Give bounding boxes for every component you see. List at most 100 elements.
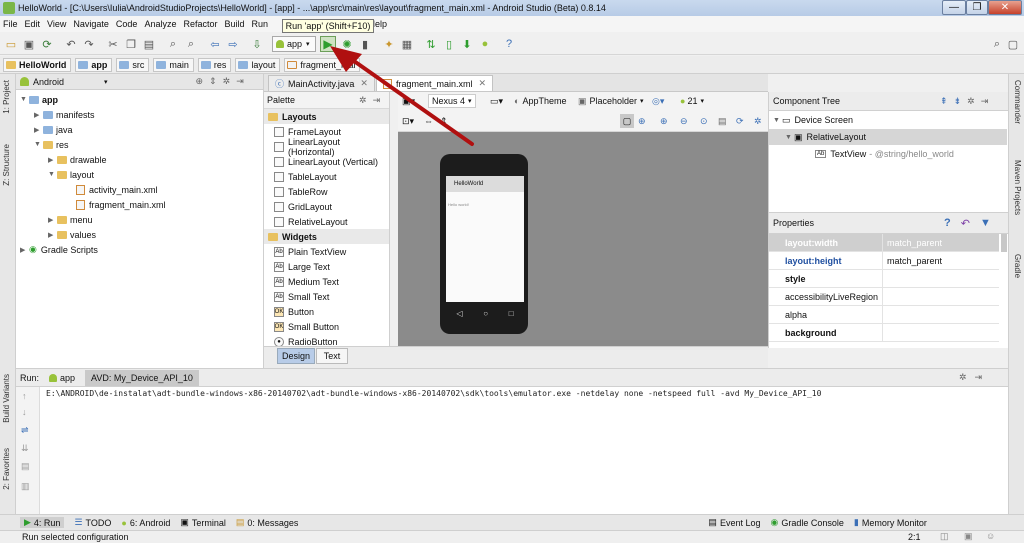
favorites-tool-button[interactable]: 2: Favorites — [2, 448, 11, 490]
palette-item[interactable]: Ab Large Text — [264, 259, 389, 274]
tab-main-activity[interactable]: ⓒ MainActivity.java ✕ — [268, 75, 375, 91]
property-row-accessibility[interactable]: accessibilityLiveRegion — [769, 288, 999, 306]
encoding-icon[interactable]: ◫ — [940, 531, 949, 542]
device-select[interactable]: Nexus 4 ▾ — [428, 94, 476, 108]
replace-icon[interactable]: ⌕ — [184, 37, 198, 51]
run-console-output[interactable]: E:\ANDROID\de-instalat\adt-bundle-window… — [46, 389, 821, 398]
sdk-manager-icon[interactable]: ⬇ — [460, 37, 474, 51]
tree-item-layout[interactable]: ▼ layout — [48, 167, 94, 182]
close-icon[interactable]: ✕ — [360, 78, 368, 89]
help-icon[interactable]: ? — [502, 37, 516, 51]
orientation-icon[interactable]: ▭▾ — [490, 94, 503, 108]
hide-icon[interactable]: ⇥ — [373, 95, 381, 106]
arrow-down-icon[interactable]: ↓ — [22, 407, 27, 417]
palette-section-layouts[interactable]: Layouts — [264, 109, 389, 124]
gradle-sync-icon[interactable]: ⇅ — [424, 37, 438, 51]
restore-default-icon[interactable]: ↶ — [961, 217, 970, 230]
maven-tool-button[interactable]: Maven Projects — [1013, 160, 1022, 215]
theme-select[interactable]: ◐ AppTheme — [514, 94, 566, 108]
inspector-icon[interactable]: ☺ — [986, 531, 995, 541]
paste-icon[interactable]: ▤ — [142, 37, 156, 51]
breadcrumb-item[interactable]: src — [116, 57, 150, 72]
menu-build[interactable]: Build — [224, 19, 244, 29]
tool-window-icon[interactable]: ▢ — [1006, 37, 1020, 51]
structure-tool-button[interactable]: Z: Structure — [2, 144, 11, 186]
expand-all-icon[interactable]: ⇞ — [940, 96, 948, 107]
close-button[interactable]: ✕ — [988, 0, 1022, 15]
back-icon[interactable]: ⇦ — [208, 37, 222, 51]
project-view-select[interactable]: Android — [33, 77, 64, 87]
palette-item[interactable]: LinearLayout (Horizontal) — [264, 137, 389, 157]
breadcrumb-item[interactable]: res — [197, 57, 232, 72]
palette-item[interactable]: OK Small Button — [264, 319, 389, 334]
memory-monitor-tool-button[interactable]: ▮ Memory Monitor — [854, 517, 927, 528]
run-button[interactable]: ▶ — [320, 36, 336, 52]
forward-icon[interactable]: ⇨ — [226, 37, 240, 51]
palette-item[interactable]: LinearLayout (Vertical) — [264, 154, 389, 169]
property-row-style[interactable]: style — [769, 270, 999, 288]
breadcrumb-item[interactable]: layout — [235, 57, 281, 72]
tree-item-values[interactable]: ▶ values — [48, 227, 96, 242]
menu-file[interactable]: File — [3, 19, 18, 29]
make-project-icon[interactable]: ⇩ — [250, 37, 264, 51]
gear-icon[interactable]: ✲ — [223, 76, 231, 87]
gradle-console-tool-button[interactable]: ◉ Gradle Console — [770, 517, 843, 528]
gradle-tool-button[interactable]: Gradle — [1013, 254, 1022, 278]
avd-manager-icon[interactable]: ▯ — [442, 37, 456, 51]
menu-refactor[interactable]: Refactor — [183, 19, 217, 29]
breadcrumb-item[interactable]: app — [75, 57, 113, 72]
settings-icon[interactable]: ▦ — [400, 37, 414, 51]
palette-item[interactable]: TableLayout — [264, 169, 389, 184]
palette-item[interactable]: Ab Plain TextView — [264, 244, 389, 259]
cut-icon[interactable]: ✂ — [106, 37, 120, 51]
palette-item[interactable]: OK Button — [264, 304, 389, 319]
chevron-down-icon[interactable]: ▾ — [104, 78, 108, 86]
zoom-fit-screen-icon[interactable]: ⊙ — [700, 114, 708, 128]
event-log-tool-button[interactable]: ▤ Event Log — [708, 517, 760, 528]
screenshot-icon[interactable]: ▤ — [718, 114, 727, 128]
build-variants-tool-button[interactable]: Build Variants — [2, 374, 11, 423]
menu-navigate[interactable]: Navigate — [73, 19, 109, 29]
tree-item-fragment-main[interactable]: fragment_main.xml — [76, 197, 166, 212]
collapse-all-icon[interactable]: ⇟ — [954, 96, 962, 107]
filter-icon[interactable]: ▼ — [980, 217, 991, 229]
tree-item-menu[interactable]: ▶ menu — [48, 212, 93, 227]
tree-item-app[interactable]: ▼ app — [20, 92, 58, 107]
palette-item[interactable]: RelativeLayout — [264, 214, 389, 229]
palette-item[interactable]: TableRow — [264, 184, 389, 199]
arrow-up-icon[interactable]: ↑ — [22, 391, 27, 401]
menu-analyze[interactable]: Analyze — [144, 19, 176, 29]
undo-icon[interactable]: ↶ — [64, 37, 78, 51]
tree-item-drawable[interactable]: ▶ drawable — [48, 152, 107, 167]
api-level-select[interactable]: ● 21 ▾ — [680, 94, 704, 108]
zoom-out-icon[interactable]: ⊖ — [680, 114, 688, 128]
layout-variants-icon[interactable]: ▣▾ — [402, 94, 415, 108]
project-tool-button[interactable]: 1: Project — [2, 80, 11, 114]
tree-node-relative-layout[interactable]: ▼ ▣ RelativeLayout — [769, 129, 1007, 145]
commander-tool-button[interactable]: Commander — [1013, 80, 1022, 124]
gear-icon[interactable]: ✲ — [959, 372, 967, 383]
caret-position[interactable]: 2:1 — [908, 532, 921, 542]
minimize-button[interactable]: — — [942, 0, 966, 15]
maximize-button[interactable]: ❐ — [966, 0, 988, 15]
scroll-to-end-icon[interactable]: ⇊ — [21, 443, 29, 454]
menu-edit[interactable]: Edit — [25, 19, 41, 29]
tree-item-gradle-scripts[interactable]: ▶ ◉ Gradle Scripts — [20, 242, 98, 257]
run-tab-app[interactable]: app — [43, 370, 81, 386]
zoom-in-icon[interactable]: ⊕ — [660, 114, 668, 128]
search-everywhere-icon[interactable]: ⌕ — [990, 37, 1004, 51]
close-icon[interactable]: ✕ — [479, 78, 487, 89]
tree-item-manifests[interactable]: ▶ manifests — [34, 107, 95, 122]
android-tool-button[interactable]: ● 6: Android — [121, 518, 170, 528]
tree-item-activity-main[interactable]: activity_main.xml — [76, 182, 158, 197]
tab-text[interactable]: Text — [316, 348, 348, 364]
project-structure-icon[interactable]: ✦ — [382, 37, 396, 51]
lock-icon[interactable]: ▣ — [964, 531, 973, 542]
open-folder-icon[interactable]: ▭ — [4, 37, 18, 51]
device-screen[interactable] — [446, 176, 524, 302]
scroll-from-source-icon[interactable]: ⊕ — [196, 76, 204, 87]
tree-node-textview[interactable]: Ab TextView - @string/hello_world — [815, 146, 954, 162]
activity-select[interactable]: ▣ Placeholder ▾ — [578, 94, 644, 108]
hide-icon[interactable]: ⇥ — [974, 372, 982, 383]
find-icon[interactable]: ⌕ — [166, 37, 180, 51]
